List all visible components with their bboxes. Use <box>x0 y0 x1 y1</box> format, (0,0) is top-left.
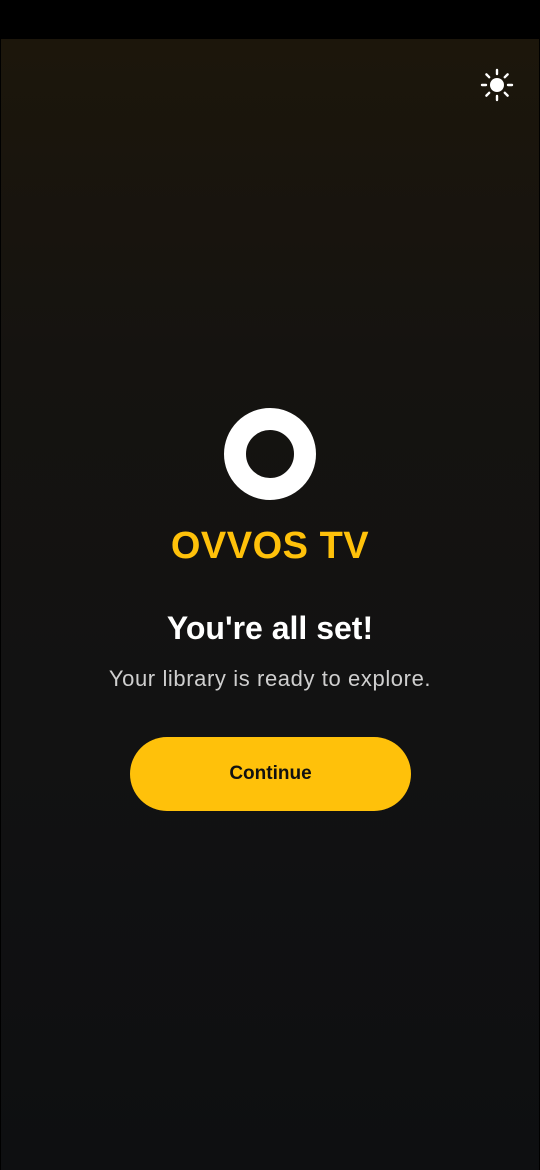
page-title: You're all set! <box>166 610 374 646</box>
subtitle: Your library is ready to explore. <box>108 666 432 691</box>
theme-toggle-button[interactable] <box>480 68 514 102</box>
sun-icon <box>480 68 514 102</box>
screen: OVVOS TV You're all set! Your library is… <box>0 0 540 1170</box>
brand-name: OVVOS TV <box>170 525 370 567</box>
app-background <box>1 39 539 1170</box>
ring-logo-icon <box>224 408 316 500</box>
status-bar <box>0 0 540 39</box>
continue-button[interactable]: Continue <box>130 737 411 811</box>
